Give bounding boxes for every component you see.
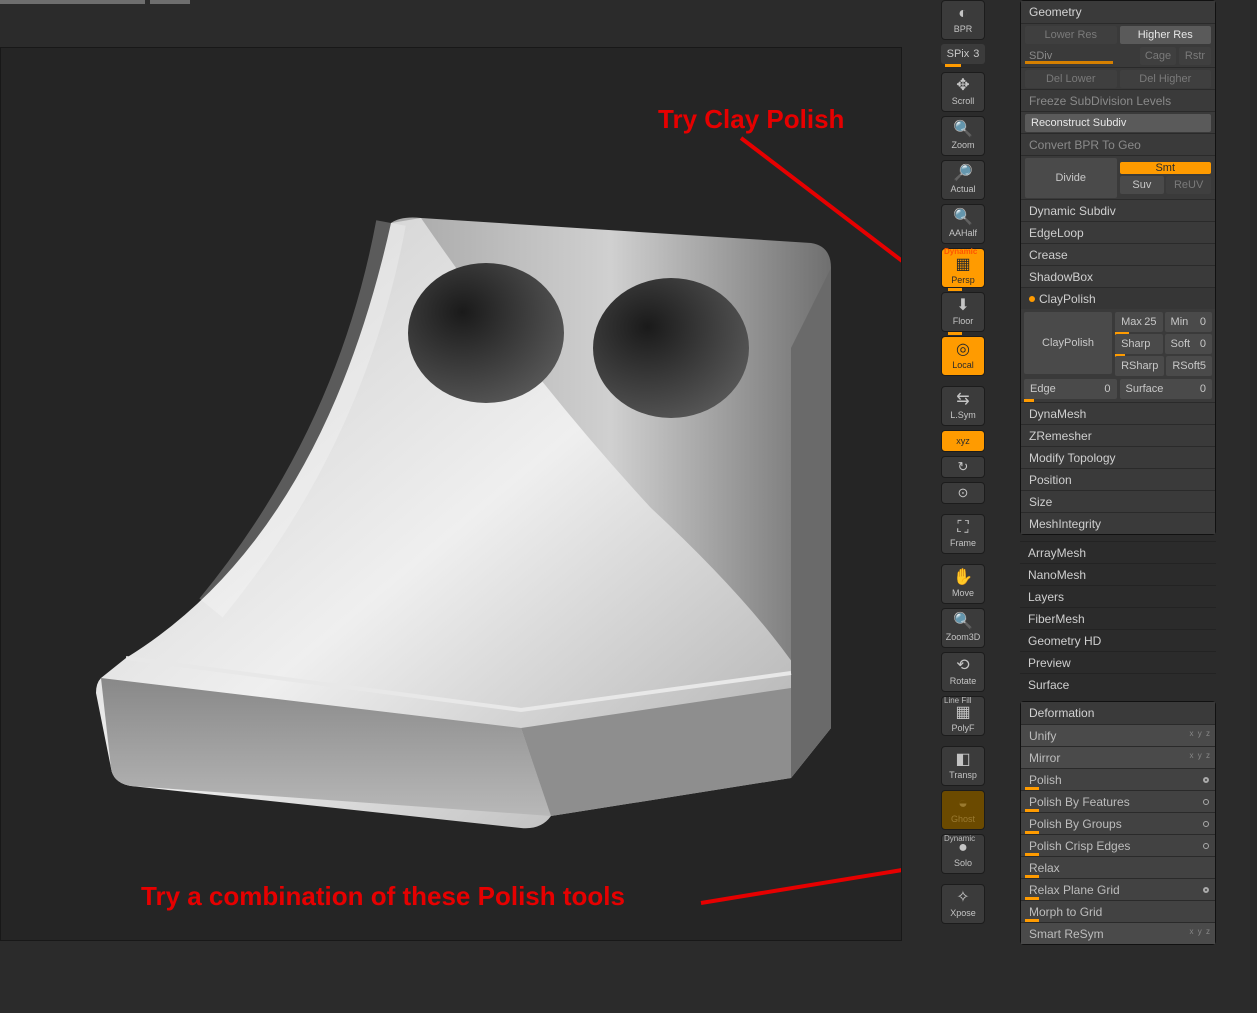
dynamic-subdiv-section[interactable]: Dynamic Subdiv <box>1021 199 1215 221</box>
polish-slider[interactable]: Polish <box>1021 768 1215 790</box>
arraymesh-section[interactable]: ArrayMesh <box>1020 541 1216 563</box>
mirror-button[interactable]: Mirrorx y z <box>1021 746 1215 768</box>
relax-slider[interactable]: Relax <box>1021 856 1215 878</box>
dynamesh-section[interactable]: DynaMesh <box>1021 402 1215 424</box>
axis-y-button[interactable]: ↻ <box>941 456 985 478</box>
reconstruct-subdiv-button[interactable]: Reconstruct Subdiv <box>1025 114 1211 132</box>
claypolish-rsoft-slider[interactable]: RSoft5 <box>1166 356 1212 376</box>
model-preview <box>91 188 831 838</box>
modify-topology-section[interactable]: Modify Topology <box>1021 446 1215 468</box>
xyz-button[interactable]: xyz <box>941 430 985 452</box>
viewport-icon-column: ◐BPR SPix3 ✥Scroll 🔍Zoom 🔎Actual 🔍AAHalf… <box>938 0 988 928</box>
zoom3d-button[interactable]: 🔍Zoom3D <box>941 608 985 648</box>
preview-section[interactable]: Preview <box>1020 651 1216 673</box>
edgeloop-section[interactable]: EdgeLoop <box>1021 221 1215 243</box>
unify-button[interactable]: Unifyx y z <box>1021 724 1215 746</box>
zoom-button[interactable]: 🔍Zoom <box>941 116 985 156</box>
floor-button[interactable]: ⬇Floor <box>941 292 985 332</box>
morph-to-grid-slider[interactable]: Morph to Grid <box>1021 900 1215 922</box>
suv-button[interactable]: Suv <box>1120 176 1165 194</box>
bpr-button[interactable]: ◐BPR <box>941 0 985 40</box>
lower-res-button[interactable]: Lower Res <box>1025 26 1117 44</box>
lsym-button[interactable]: ⇆L.Sym <box>941 386 985 426</box>
axis-z-button[interactable]: ⊙ <box>941 482 985 504</box>
del-higher-button[interactable]: Del Higher <box>1120 70 1212 88</box>
move-button[interactable]: ✋Move <box>941 564 985 604</box>
deformation-panel: Deformation Unifyx y z Mirrorx y z Polis… <box>1020 701 1216 945</box>
claypolish-surface-slider[interactable]: Surface0 <box>1120 379 1213 399</box>
rotate-button[interactable]: ⟲Rotate <box>941 652 985 692</box>
position-section[interactable]: Position <box>1021 468 1215 490</box>
tool-sections-list: ArrayMesh NanoMesh Layers FiberMesh Geom… <box>1020 541 1216 695</box>
viewport[interactable]: Try Clay Polish Try a combination of the… <box>0 47 902 941</box>
geometryhd-section[interactable]: Geometry HD <box>1020 629 1216 651</box>
solo-button[interactable]: Dynamic ●Solo <box>941 834 985 874</box>
claypolish-min-slider[interactable]: Min0 <box>1165 312 1212 332</box>
transp-button[interactable]: ◧Transp <box>941 746 985 786</box>
annotation-arrow-bottom <box>701 848 902 928</box>
xpose-button[interactable]: ✧Xpose <box>941 884 985 924</box>
scroll-button[interactable]: ✥Scroll <box>941 72 985 112</box>
ghost-button[interactable]: ◒Ghost <box>941 790 985 830</box>
local-button[interactable]: ◎Local <box>941 336 985 376</box>
relax-plane-grid-slider[interactable]: Relax Plane Grid <box>1021 878 1215 900</box>
del-lower-button[interactable]: Del Lower <box>1025 70 1117 88</box>
claypolish-sharp-slider[interactable]: Sharp <box>1115 334 1162 354</box>
meshintegrity-section[interactable]: MeshIntegrity <box>1021 512 1215 534</box>
zremesher-section[interactable]: ZRemesher <box>1021 424 1215 446</box>
polish-by-groups-slider[interactable]: Polish By Groups <box>1021 812 1215 834</box>
cage-button[interactable]: Cage <box>1140 47 1176 65</box>
sdiv-slider[interactable]: SDiv <box>1025 50 1137 62</box>
claypolish-rsharp-slider[interactable]: RSharp <box>1115 356 1164 376</box>
persp-button[interactable]: Dynamic ▦Persp <box>941 248 985 288</box>
deformation-header[interactable]: Deformation <box>1021 702 1215 724</box>
annotation-bottom: Try a combination of these Polish tools <box>141 881 625 912</box>
actual-button[interactable]: 🔎Actual <box>941 160 985 200</box>
frame-button[interactable]: ⛶Frame <box>941 514 985 554</box>
size-section[interactable]: Size <box>1021 490 1215 512</box>
claypolish-section-header[interactable]: ClayPolish <box>1021 287 1215 309</box>
claypolish-button[interactable]: ClayPolish <box>1024 312 1112 374</box>
convert-bpr-button[interactable]: Convert BPR To Geo <box>1021 133 1215 155</box>
polish-by-features-slider[interactable]: Polish By Features <box>1021 790 1215 812</box>
crease-section[interactable]: Crease <box>1021 243 1215 265</box>
shadowbox-section[interactable]: ShadowBox <box>1021 265 1215 287</box>
fibermesh-section[interactable]: FiberMesh <box>1020 607 1216 629</box>
claypolish-max-slider[interactable]: Max25 <box>1115 312 1162 332</box>
claypolish-soft-slider[interactable]: Soft0 <box>1165 334 1212 354</box>
polyf-button[interactable]: Line Fill ▦PolyF <box>941 696 985 736</box>
nanomesh-section[interactable]: NanoMesh <box>1020 563 1216 585</box>
spix-slider[interactable]: SPix3 <box>941 44 985 64</box>
polish-crisp-edges-slider[interactable]: Polish Crisp Edges <box>1021 834 1215 856</box>
divide-button[interactable]: Divide <box>1025 158 1117 198</box>
surface-section[interactable]: Surface <box>1020 673 1216 695</box>
smart-resym-button[interactable]: Smart ReSymx y z <box>1021 922 1215 944</box>
freeze-subdiv-button[interactable]: Freeze SubDivision Levels <box>1021 89 1215 111</box>
rstr-button[interactable]: Rstr <box>1179 47 1211 65</box>
claypolish-edge-slider[interactable]: Edge0 <box>1024 379 1117 399</box>
smt-button[interactable]: Smt <box>1120 162 1212 174</box>
geometry-panel: Geometry Lower Res Higher Res SDiv Cage … <box>1020 0 1216 535</box>
annotation-arrow-top <box>731 128 902 358</box>
reuv-button[interactable]: ReUV <box>1166 176 1211 194</box>
layers-section[interactable]: Layers <box>1020 585 1216 607</box>
aahalf-button[interactable]: 🔍AAHalf <box>941 204 985 244</box>
geometry-header[interactable]: Geometry <box>1021 1 1215 23</box>
higher-res-button[interactable]: Higher Res <box>1120 26 1212 44</box>
